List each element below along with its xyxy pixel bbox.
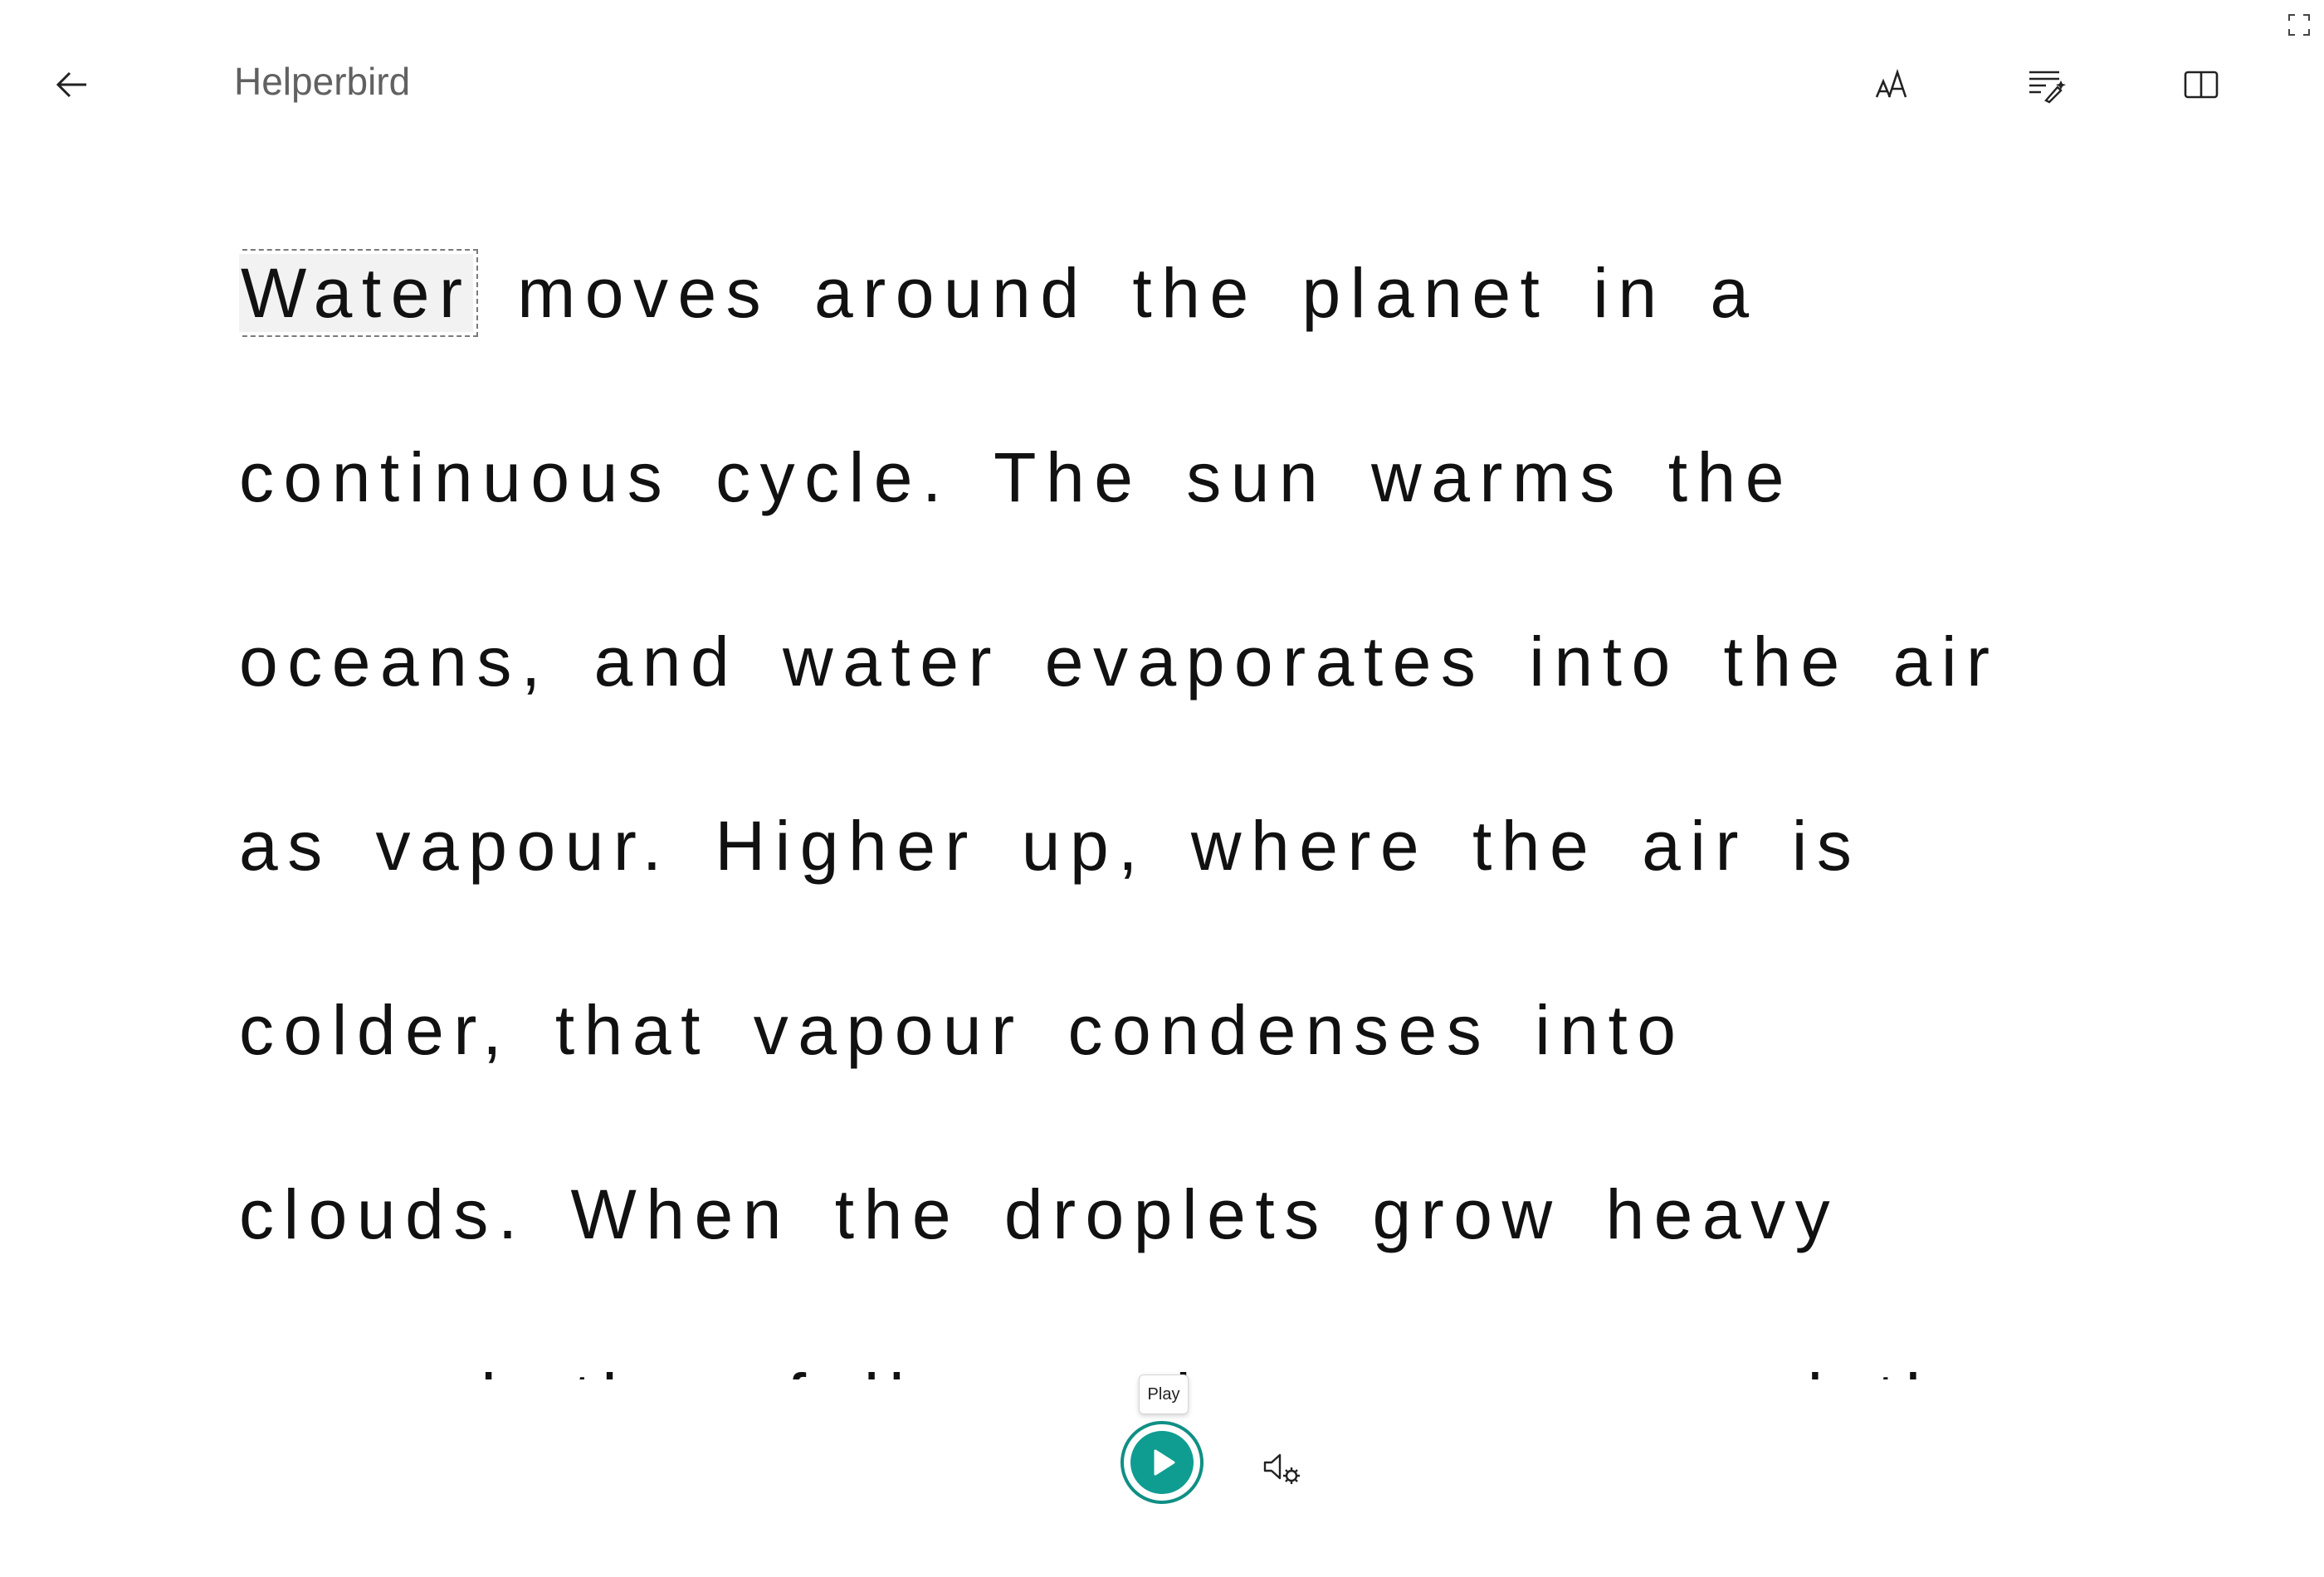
text-size-icon bbox=[1875, 68, 1907, 98]
reading-line: clouds. When the droplets grow heavy bbox=[239, 1175, 1840, 1253]
playback-controls: Play bbox=[0, 1361, 2324, 1577]
arrow-left-icon bbox=[56, 71, 86, 98]
reading-line: as vapour. Higher up, where the air is bbox=[239, 807, 1862, 885]
reading-line: oceans, and water evaporates into the ai… bbox=[239, 622, 1999, 701]
text-preferences-button[interactable] bbox=[1868, 58, 1921, 111]
play-icon bbox=[1154, 1449, 1175, 1476]
app-title: Helperbird bbox=[234, 60, 411, 103]
reader-toolbar: Helperbird bbox=[0, 0, 2324, 166]
reading-text: Water moves around the planet in a conti… bbox=[239, 201, 2148, 1379]
back-button[interactable] bbox=[46, 60, 96, 110]
reading-line: continuous cycle. The sun warms the bbox=[239, 438, 1794, 516]
voice-settings-button[interactable] bbox=[1258, 1444, 1305, 1491]
reading-preferences-button[interactable] bbox=[2175, 58, 2228, 111]
play-button-fill bbox=[1130, 1431, 1194, 1494]
reading-line: Water moves around the planet in a bbox=[239, 201, 2148, 385]
highlighted-word[interactable]: Water bbox=[239, 249, 479, 337]
grammar-tools-button[interactable] bbox=[2020, 58, 2073, 111]
voice-settings-icon bbox=[1263, 1453, 1300, 1484]
grammar-tools-icon bbox=[2029, 71, 2066, 104]
reading-line: colder, that vapour condenses into bbox=[239, 991, 1686, 1069]
reading-area: Water moves around the planet in a conti… bbox=[239, 201, 2148, 1379]
play-button[interactable] bbox=[1120, 1421, 1204, 1504]
play-tooltip: Play bbox=[1139, 1374, 1189, 1414]
reading-preferences-icon bbox=[2184, 71, 2219, 99]
line-text: moves around the planet in a bbox=[473, 254, 1759, 332]
